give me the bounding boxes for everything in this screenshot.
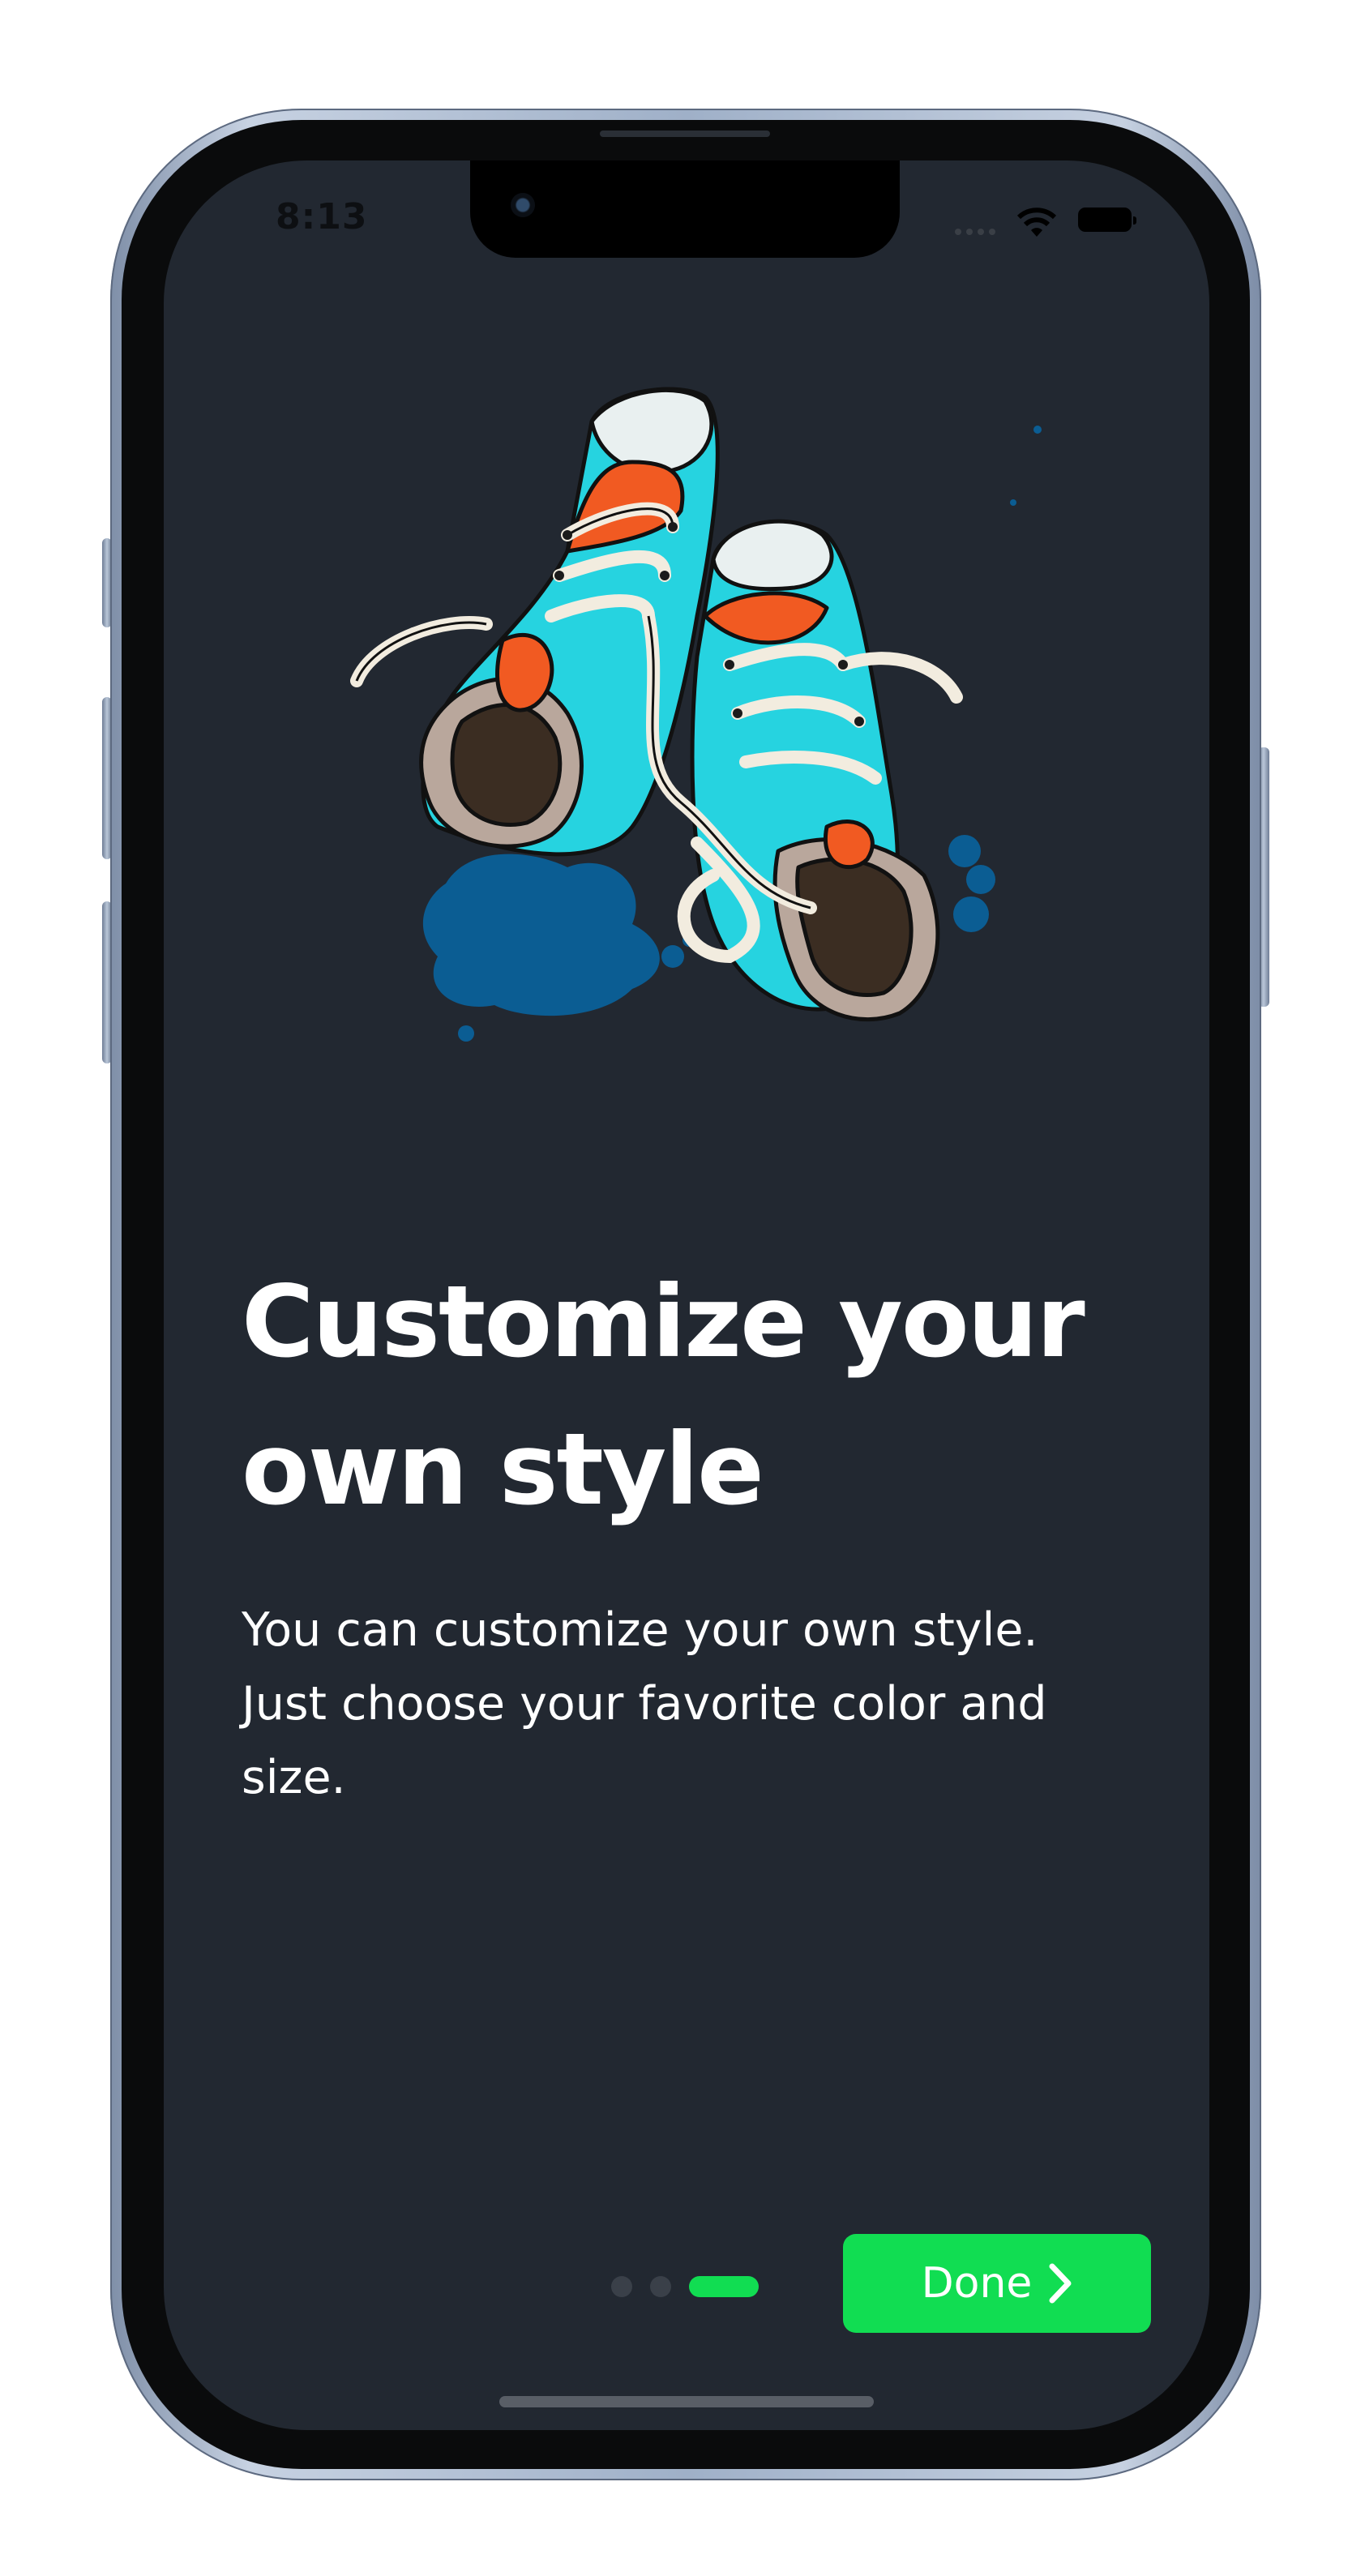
done-button-label: Done (921, 2259, 1033, 2308)
page-indicator (611, 2276, 759, 2297)
sneakers-illustration-icon (350, 387, 1042, 1042)
front-camera (511, 193, 535, 217)
notch (470, 160, 900, 258)
page-dot-3-active[interactable] (689, 2276, 759, 2297)
home-indicator[interactable] (499, 2396, 874, 2407)
onboarding-description: You can customize your own style. Just c… (242, 1594, 1133, 1815)
description-line-1: You can customize your own style. (242, 1603, 1038, 1657)
description-line-3: size. (242, 1751, 346, 1804)
done-button[interactable]: Done (843, 2234, 1151, 2333)
status-time: 8:13 (276, 196, 368, 237)
description-line-2: Just choose your favorite color and (242, 1677, 1047, 1731)
battery-icon (1078, 208, 1136, 232)
wifi-icon (1016, 208, 1057, 237)
earpiece-speaker (600, 131, 770, 137)
title-line-2: own style (242, 1412, 764, 1527)
chevron-right-icon (1049, 2263, 1072, 2304)
cellular-signal-icon (955, 229, 995, 235)
page-dot-1[interactable] (611, 2276, 632, 2297)
onboarding-title: Customize your own style (242, 1248, 1133, 1543)
title-line-1: Customize your (242, 1264, 1085, 1380)
page-dot-2[interactable] (650, 2276, 671, 2297)
